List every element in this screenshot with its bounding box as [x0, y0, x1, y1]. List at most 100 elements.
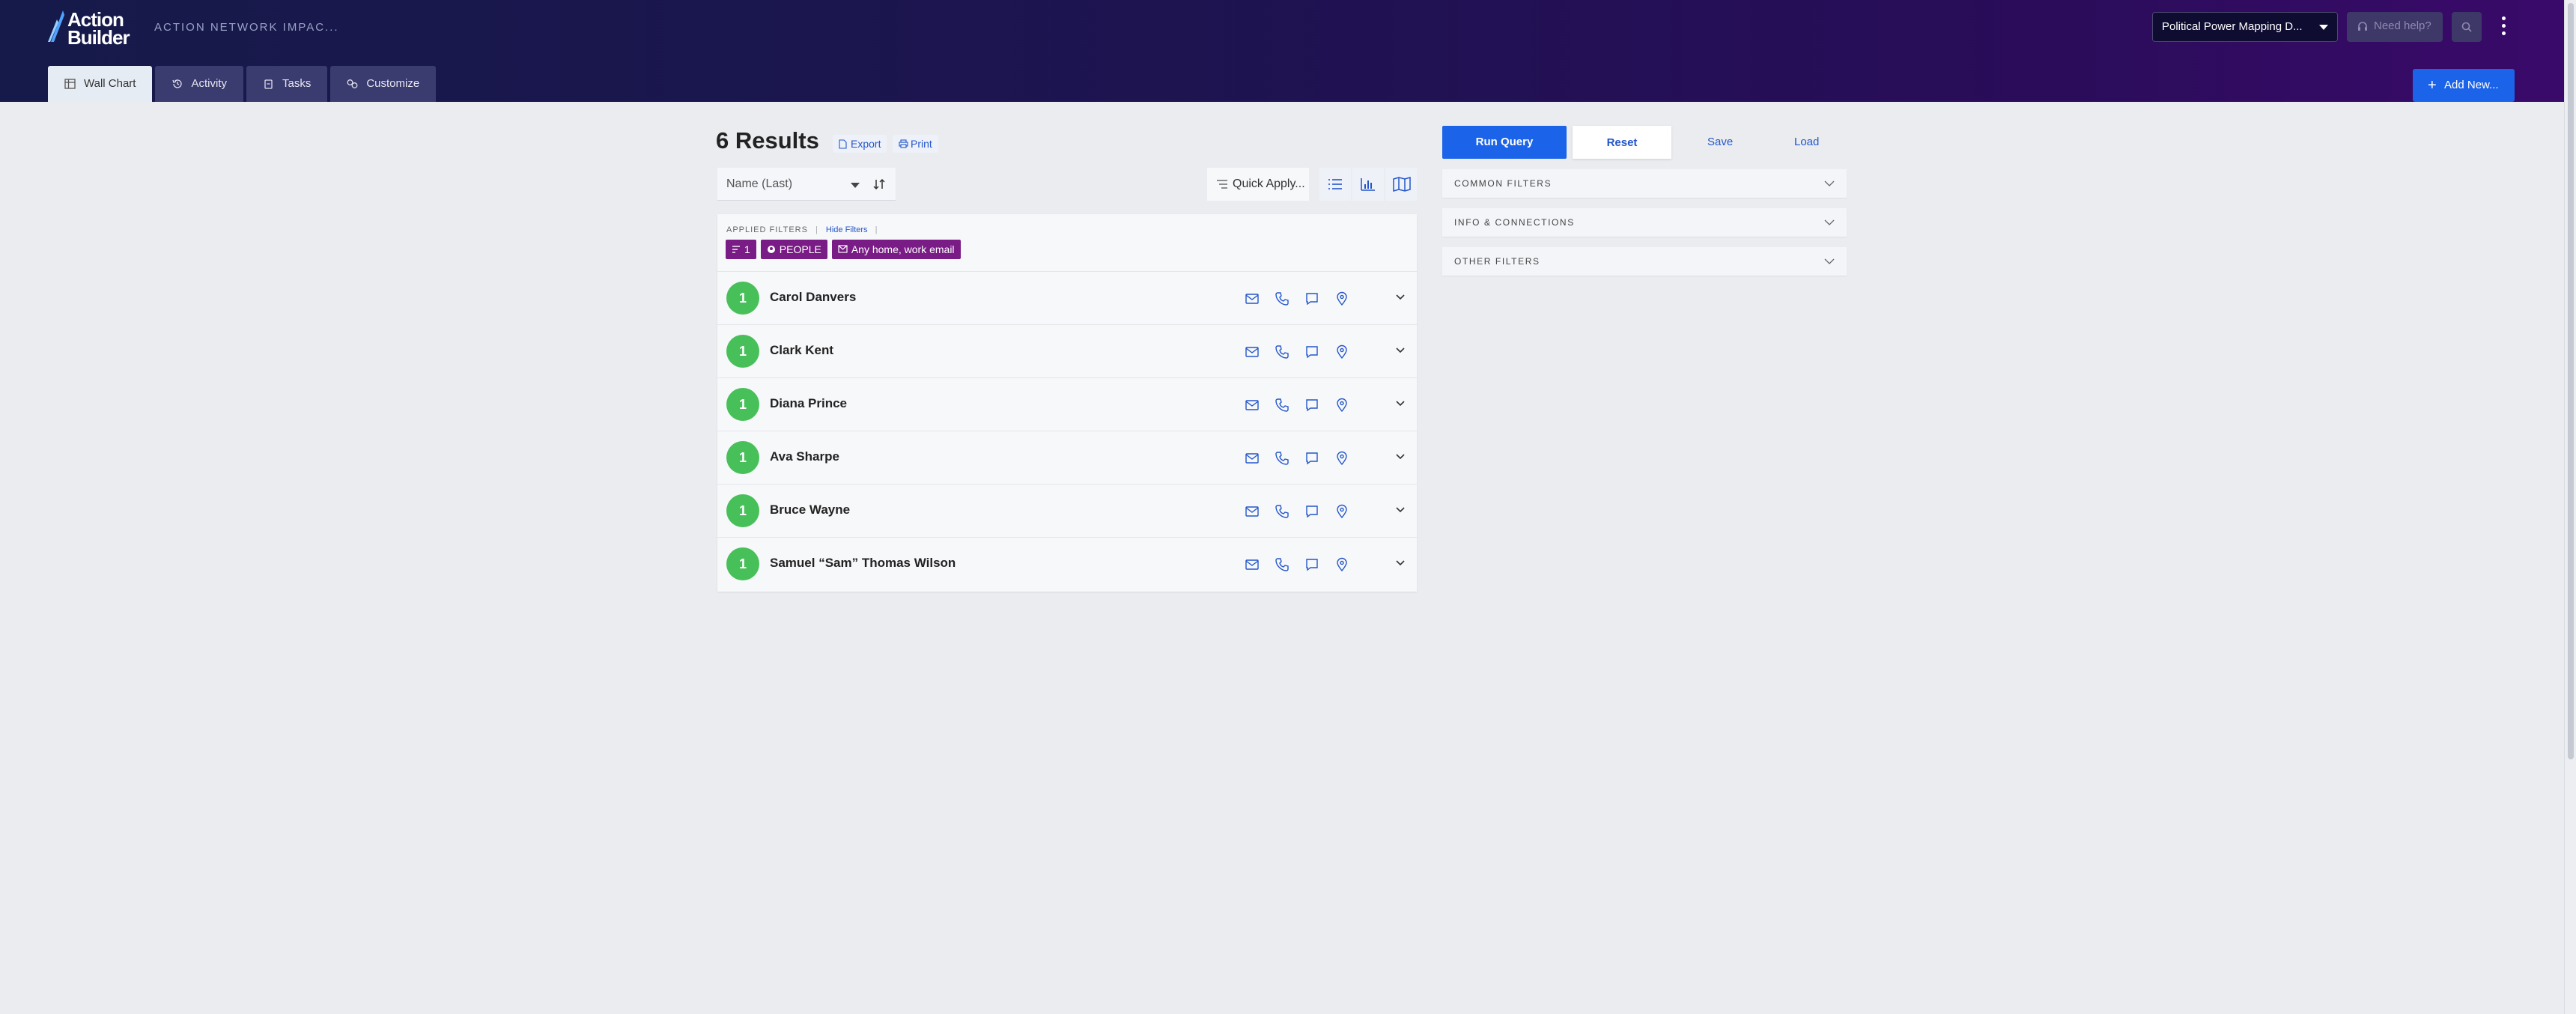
need-help-button[interactable]: Need help?	[2347, 12, 2443, 42]
chevron-down-icon[interactable]	[1394, 451, 1406, 463]
person-name[interactable]: Bruce Wayne	[770, 503, 850, 517]
email-action-button[interactable]	[1243, 290, 1261, 308]
search-button[interactable]	[2452, 12, 2482, 42]
applied-filters-row: APPLIED FILTERS | Hide Filters |	[726, 225, 878, 234]
email-action-button[interactable]	[1243, 343, 1261, 361]
headset-icon	[2358, 22, 2367, 31]
tab-tasks[interactable]: Tasks	[246, 66, 328, 102]
action-builder-logo[interactable]: Action Builder	[46, 8, 136, 49]
message-action-button[interactable]	[1303, 396, 1321, 414]
chevron-down-icon[interactable]	[1394, 557, 1406, 569]
tab-customize-label: Customize	[366, 77, 420, 90]
chevron-down-icon[interactable]	[1394, 291, 1406, 303]
phone-action-button[interactable]	[1273, 556, 1291, 574]
organization-name[interactable]: ACTION NETWORK IMPAC...	[154, 21, 339, 34]
location-pin-icon	[1337, 291, 1347, 306]
chevron-down-icon[interactable]	[1394, 398, 1406, 410]
sort-select[interactable]: Name (Last)	[717, 168, 896, 201]
person-row[interactable]: 1 Carol Danvers	[717, 271, 1417, 324]
tab-customize[interactable]: Customize	[330, 66, 437, 102]
common-filters-section[interactable]: COMMON FILTERS	[1442, 169, 1847, 198]
tab-wall-chart[interactable]: Wall Chart	[48, 66, 153, 102]
chevron-down-icon[interactable]	[1394, 344, 1406, 356]
location-action-button[interactable]	[1333, 503, 1351, 520]
page-scrollbar[interactable]	[2564, 0, 2576, 1014]
add-new-button[interactable]: + Add New...	[2413, 69, 2515, 102]
person-row[interactable]: 1 Ava Sharpe	[717, 431, 1417, 484]
phone-action-button[interactable]	[1273, 343, 1291, 361]
chat-bubble-icon	[1306, 452, 1318, 465]
info-connections-section[interactable]: INFO & CONNECTIONS	[1442, 208, 1847, 237]
chart-view-button[interactable]	[1352, 168, 1384, 201]
table-icon	[64, 79, 76, 89]
list-view-button[interactable]	[1319, 168, 1351, 201]
more-menu-icon[interactable]	[2498, 13, 2509, 40]
person-row[interactable]: 1 Bruce Wayne	[717, 484, 1417, 537]
message-action-button[interactable]	[1303, 343, 1321, 361]
email-action-button[interactable]	[1243, 503, 1261, 520]
person-row[interactable]: 1 Samuel “Sam” Thomas Wilson	[717, 537, 1417, 590]
phone-icon	[1275, 292, 1289, 306]
filter-chip-email-label: Any home, work email	[851, 243, 955, 255]
person-name[interactable]: Clark Kent	[770, 343, 833, 358]
email-action-button[interactable]	[1243, 449, 1261, 467]
applied-filter-chips: 1 PEOPLE Any home, work email	[726, 240, 961, 259]
level-badge: 1	[726, 335, 759, 368]
logo-text: Action Builder	[67, 8, 130, 49]
location-action-button[interactable]	[1333, 290, 1351, 308]
location-action-button[interactable]	[1333, 556, 1351, 574]
tab-activity[interactable]: Activity	[155, 66, 243, 102]
other-filters-section[interactable]: OTHER FILTERS	[1442, 247, 1847, 276]
tab-tasks-label: Tasks	[282, 77, 312, 90]
message-action-button[interactable]	[1303, 556, 1321, 574]
email-icon	[1245, 559, 1259, 570]
run-query-button[interactable]: Run Query	[1442, 126, 1567, 159]
level-badge: 1	[726, 547, 759, 580]
phone-action-button[interactable]	[1273, 396, 1291, 414]
level-badge: 1	[726, 441, 759, 474]
workspace-select[interactable]: Political Power Mapping D...	[2152, 12, 2338, 42]
workspace-select-value: Political Power Mapping D...	[2162, 20, 2303, 33]
scrollbar-thumb[interactable]	[2568, 3, 2574, 759]
message-action-button[interactable]	[1303, 503, 1321, 520]
location-action-button[interactable]	[1333, 396, 1351, 414]
person-name[interactable]: Carol Danvers	[770, 290, 856, 305]
location-action-button[interactable]	[1333, 449, 1351, 467]
message-action-button[interactable]	[1303, 290, 1321, 308]
person-name[interactable]: Samuel “Sam” Thomas Wilson	[770, 556, 956, 571]
print-label: Print	[911, 138, 932, 150]
save-button[interactable]: Save	[1707, 126, 1733, 159]
top-header: Action Builder ACTION NETWORK IMPAC... P…	[0, 0, 2564, 102]
quick-apply-button[interactable]: Quick Apply...	[1207, 168, 1309, 201]
map-view-button[interactable]	[1385, 168, 1417, 201]
person-name[interactable]: Ava Sharpe	[770, 449, 839, 464]
export-button[interactable]: Export	[833, 135, 887, 153]
logo-mark-icon	[48, 10, 64, 42]
reset-button[interactable]: Reset	[1573, 126, 1671, 159]
person-row[interactable]: 1 Clark Kent	[717, 324, 1417, 377]
filter-chip-people[interactable]: PEOPLE	[760, 240, 827, 259]
filter-chip-level[interactable]: 1	[726, 240, 756, 259]
hide-filters-link[interactable]: Hide Filters	[826, 225, 868, 234]
load-button[interactable]: Load	[1794, 126, 1819, 159]
file-export-icon	[839, 139, 847, 149]
add-new-label: Add New...	[2444, 79, 2499, 91]
filter-chip-email[interactable]: Any home, work email	[831, 240, 961, 259]
email-action-button[interactable]	[1243, 396, 1261, 414]
email-icon	[1245, 453, 1259, 464]
bar-chart-icon	[1361, 178, 1375, 191]
phone-action-button[interactable]	[1273, 290, 1291, 308]
location-action-button[interactable]	[1333, 343, 1351, 361]
chevron-down-icon[interactable]	[1394, 504, 1406, 516]
phone-icon	[1275, 398, 1289, 412]
message-action-button[interactable]	[1303, 449, 1321, 467]
phone-action-button[interactable]	[1273, 449, 1291, 467]
email-action-button[interactable]	[1243, 556, 1261, 574]
location-pin-icon	[1337, 504, 1347, 519]
phone-action-button[interactable]	[1273, 503, 1291, 520]
print-button[interactable]: Print	[893, 135, 938, 153]
person-row[interactable]: 1 Diana Prince	[717, 377, 1417, 431]
person-name[interactable]: Diana Prince	[770, 396, 847, 411]
sort-direction-icon[interactable]	[872, 177, 887, 192]
level-badge: 1	[726, 282, 759, 315]
